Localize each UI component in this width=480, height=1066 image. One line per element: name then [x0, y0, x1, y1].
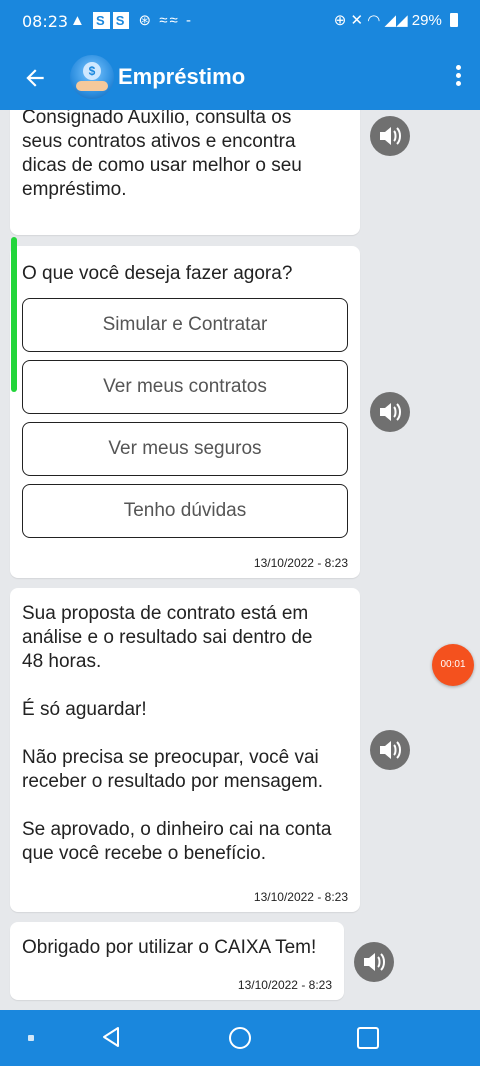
cast-icon: ≈ [159, 12, 170, 29]
warning-icon: ▲ [70, 12, 87, 29]
message-text: Consignado Auxílio, consulta os seus con… [22, 110, 302, 200]
nav-back-icon[interactable] [100, 1026, 122, 1053]
cast-icon: ≈ [169, 12, 180, 29]
alarm-icon: ⊕ [333, 12, 347, 29]
dot-icon [455, 65, 461, 70]
dash-icon: ‑ [185, 12, 193, 29]
speaker-icon [364, 953, 385, 971]
page-title: Empréstimo [118, 64, 246, 89]
message-timestamp: 13/10/2022 - 8:23 [253, 890, 348, 904]
recording-timer-badge[interactable]: 00:01 [432, 644, 474, 686]
app-bar: $ Empréstimo [0, 44, 480, 110]
option-ver-contratos-button[interactable]: Ver meus contratos [22, 360, 348, 414]
speaker-icon [380, 127, 401, 145]
message-timestamp: 13/10/2022 - 8:23 [253, 556, 348, 570]
sync-icon: ⊛ [138, 12, 154, 29]
message-bubble: Consignado Auxílio, consulta os seus con… [10, 110, 360, 235]
dot-icon [455, 73, 461, 78]
dot-icon [455, 81, 461, 86]
option-tenho-duvidas-button[interactable]: Tenho dúvidas [22, 484, 348, 538]
play-audio-button[interactable] [370, 730, 410, 770]
battery-label: 29% [411, 12, 442, 29]
message-bubble: Obrigado por utilizar o CAIXA Tem! 13/10… [10, 922, 344, 1000]
more-menu-button[interactable] [450, 62, 466, 92]
back-button[interactable] [22, 58, 62, 98]
speaker-icon [380, 741, 401, 759]
coin-icon: $ [83, 62, 101, 80]
option-ver-seguros-button[interactable]: Ver meus seguros [22, 422, 348, 476]
options-bubble: O que você deseja fazer agora? Simular e… [10, 246, 360, 578]
status-bar: 08:23 ▲ SS ⊛ ≈≈ ‑ ⊕ ✕ ◠ ◢◢ 29% [0, 0, 480, 44]
battery-icon [450, 13, 458, 27]
mute-icon: ✕ [350, 12, 364, 29]
message-timestamp: 13/10/2022 - 8:23 [237, 978, 332, 992]
nav-indicator-icon [28, 1035, 34, 1041]
option-simular-contratar-button[interactable]: Simular e Contratar [22, 298, 348, 352]
chat-area[interactable]: Consignado Auxílio, consulta os seus con… [0, 110, 480, 1010]
hand-icon [76, 81, 108, 91]
nav-home-icon[interactable] [229, 1027, 251, 1049]
wifi-icon: ◠ [367, 12, 381, 29]
nav-recent-icon[interactable] [357, 1027, 379, 1049]
arrow-left-icon [26, 69, 44, 87]
system-nav-bar [0, 1010, 480, 1066]
system-icons: ⊕ ✕ ◠ ◢◢ 29% [334, 11, 458, 29]
message-bubble: Sua proposta de contrato está em análise… [10, 588, 360, 912]
message-text: Obrigado por utilizar o CAIXA Tem! [22, 937, 317, 958]
s-app-icon: S [93, 12, 110, 29]
play-audio-button[interactable] [354, 942, 394, 982]
play-audio-button[interactable] [370, 392, 410, 432]
s-app-icon: S [112, 12, 130, 29]
notification-icons: ▲ SS ⊛ ≈≈ ‑ [70, 11, 193, 29]
play-audio-button[interactable] [370, 116, 410, 156]
app-logo: $ [70, 55, 114, 99]
signal-icon: ◢ [396, 12, 408, 29]
signal-icon: ◢ [384, 12, 397, 29]
status-time: 08:23 [22, 12, 69, 31]
message-text: Sua proposta de contrato está em análise… [22, 603, 332, 864]
speaker-icon [380, 403, 401, 421]
question-text: O que você deseja fazer agora? [22, 263, 293, 284]
scroll-indicator [11, 237, 17, 392]
